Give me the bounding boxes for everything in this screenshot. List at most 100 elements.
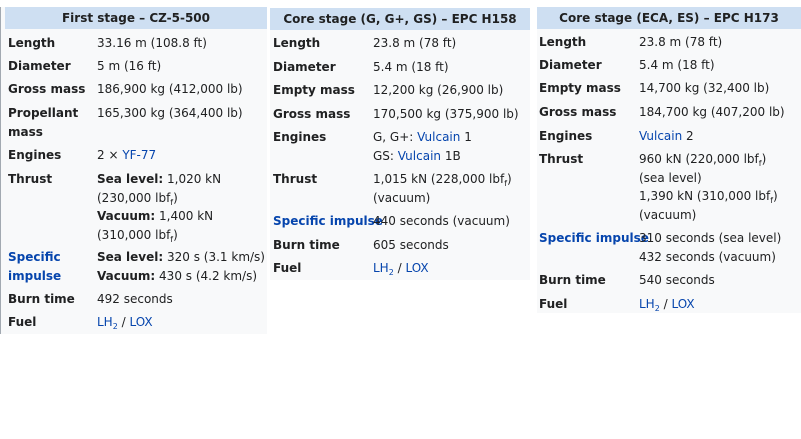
infobox-header: Core stage (ECA, ES) – EPC H173 (537, 7, 801, 29)
vulcain-link[interactable]: Vulcain (417, 130, 460, 144)
burn-time-value: 540 seconds (639, 273, 715, 287)
thrust-line1: 960 kN (220,000 lbf (639, 152, 759, 166)
lh2-link[interactable]: LH2 (639, 297, 660, 313)
lh2-link[interactable]: LH2 (373, 261, 394, 277)
length-value: 33.16 m (108.8 ft) (97, 36, 207, 50)
propellant-mass-label-line2: mass (8, 124, 43, 139)
infobox-core-stage-h173: Core stage (ECA, ES) – EPC H173 Length 2… (537, 7, 801, 313)
paren-close: ) (761, 152, 767, 166)
infobox-header: First stage – CZ-5-500 (5, 7, 267, 29)
specific-impulse-link[interactable]: Specific impulse (539, 229, 649, 248)
thrust-sea-level-lbf: (230,000 lbf (97, 190, 171, 205)
burn-time-label: Burn time (539, 273, 606, 287)
lox-link[interactable]: LOX (405, 261, 428, 275)
paren-close: ) (173, 227, 178, 242)
isp-line1: 310 seconds (sea level) (639, 231, 782, 245)
thrust-vacuum-label: Vacuum: (97, 209, 156, 223)
fuel-label: Fuel (539, 297, 568, 311)
diameter-value: 5.4 m (18 ft) (373, 60, 449, 74)
fuel-value: LH2 / LOX (639, 295, 695, 314)
engines-value: 2 × YF-77 (97, 146, 156, 165)
paren-close: ) (173, 190, 178, 205)
yf-77-link[interactable]: YF-77 (122, 148, 156, 162)
gross-mass-label: Gross mass (273, 107, 351, 121)
thrust-label: Thrust (8, 172, 53, 186)
engines-suffix: 2 (682, 129, 694, 143)
burn-time-label: Burn time (8, 292, 75, 306)
engines-label: Engines (8, 148, 62, 162)
specific-impulse-link[interactable]: Specific impulse (273, 212, 383, 231)
propellant-mass-label-line1: Propellant (8, 106, 79, 120)
lox-link[interactable]: LOX (129, 315, 152, 329)
lh-text: LH (97, 315, 113, 329)
isp-line2: 432 seconds (vacuum) (639, 249, 776, 264)
specific-impulse-label-line1: Specific (8, 250, 61, 264)
engines-value: G, G+: Vulcain 1 GS: Vulcain 1B (373, 128, 472, 165)
gross-mass-value: 184,700 kg (407,200 lb) (639, 105, 785, 119)
gross-mass-label: Gross mass (539, 105, 617, 119)
thrust-line1: 1,015 kN (228,000 lbf (373, 172, 505, 186)
infobox-core-stage-h158: Core stage (G, G+, GS) – EPC H158 Length… (270, 8, 530, 280)
lh-text: LH (373, 261, 389, 275)
thrust-sea-level-label: Sea level: (97, 172, 164, 186)
specific-impulse-label-line2: impulse (8, 268, 62, 283)
length-label: Length (273, 36, 321, 50)
specific-impulse-value: 310 seconds (sea level) 432 seconds (vac… (639, 229, 781, 266)
diameter-label: Diameter (539, 58, 602, 72)
fuel-value: LH2 / LOX (97, 313, 153, 332)
length-value: 23.8 m (78 ft) (373, 36, 457, 50)
fuel-label: Fuel (273, 261, 302, 275)
empty-mass-label: Empty mass (273, 83, 355, 97)
thrust-value: 960 kN (220,000 lbff) (sea level) 1,390 … (639, 150, 778, 224)
lox-link[interactable]: LOX (671, 297, 694, 311)
thrust-label: Thrust (539, 152, 584, 166)
lh-text: LH (639, 297, 655, 311)
engines-line1-prefix: G, G+: (373, 130, 418, 144)
gross-mass-value: 170,500 kg (375,900 lb) (373, 107, 519, 121)
engines-line2-suffix: 1B (441, 148, 461, 163)
paren-close: ) (507, 172, 512, 186)
gross-mass-value: 186,900 kg (412,000 lb) (97, 82, 243, 96)
burn-time-value: 492 seconds (97, 292, 173, 306)
vulcain-link[interactable]: Vulcain (639, 129, 682, 143)
paren-close: ) (773, 189, 778, 203)
engines-label: Engines (273, 130, 327, 144)
engines-line1-suffix: 1 (460, 130, 472, 144)
thrust-value: Sea level: 1,020 kN (230,000 lbff) Vacuu… (97, 170, 221, 244)
propellant-mass-value: 165,300 kg (364,400 lb) (97, 106, 243, 120)
infobox-first-stage: First stage – CZ-5-500 Length 33.16 m (1… (0, 7, 267, 334)
thrust-vacuum-lbf: (310,000 lbf (97, 227, 171, 242)
gross-mass-label: Gross mass (8, 82, 86, 96)
diameter-value: 5 m (16 ft) (97, 59, 162, 73)
length-value: 23.8 m (78 ft) (639, 35, 723, 49)
fuel-value: LH2 / LOX (373, 259, 429, 278)
specific-impulse-value: 440 seconds (vacuum) (373, 214, 510, 228)
isp-sea-level-value: 320 s (3.1 km/s) (163, 250, 265, 264)
vulcain-link[interactable]: Vulcain (398, 149, 441, 163)
fuel-separator: / (659, 297, 672, 311)
engines-label: Engines (539, 129, 593, 143)
isp-vacuum-label: Vacuum: (97, 268, 156, 283)
engines-line2-prefix: GS: (373, 148, 398, 163)
engines-prefix: 2 × (97, 148, 123, 162)
lh2-link[interactable]: LH2 (97, 315, 118, 331)
propellant-mass-label: Propellant mass (8, 104, 78, 141)
isp-vacuum-value: 430 s (4.2 km/s) (155, 268, 258, 283)
engines-value: Vulcain 2 (639, 127, 694, 146)
diameter-label: Diameter (273, 60, 336, 74)
thrust-vacuum-value: 1,400 kN (155, 209, 214, 223)
length-label: Length (539, 35, 587, 49)
empty-mass-value: 14,700 kg (32,400 lb) (639, 81, 770, 95)
fuel-label: Fuel (8, 315, 37, 329)
thrust-line3: 1,390 kN (310,000 lbf (639, 189, 771, 203)
diameter-label: Diameter (8, 59, 71, 73)
thrust-value: 1,015 kN (228,000 lbff) (vacuum) (373, 170, 512, 207)
specific-impulse-link[interactable]: Specific impulse (8, 248, 61, 285)
fuel-separator: / (117, 315, 130, 329)
burn-time-value: 605 seconds (373, 238, 449, 252)
thrust-sea-level-value: 1,020 kN (163, 172, 222, 186)
diameter-value: 5.4 m (18 ft) (639, 58, 715, 72)
fuel-separator: / (393, 261, 406, 275)
empty-mass-value: 12,200 kg (26,900 lb) (373, 83, 504, 97)
specific-impulse-value: Sea level: 320 s (3.1 km/s) Vacuum: 430 … (97, 248, 265, 285)
